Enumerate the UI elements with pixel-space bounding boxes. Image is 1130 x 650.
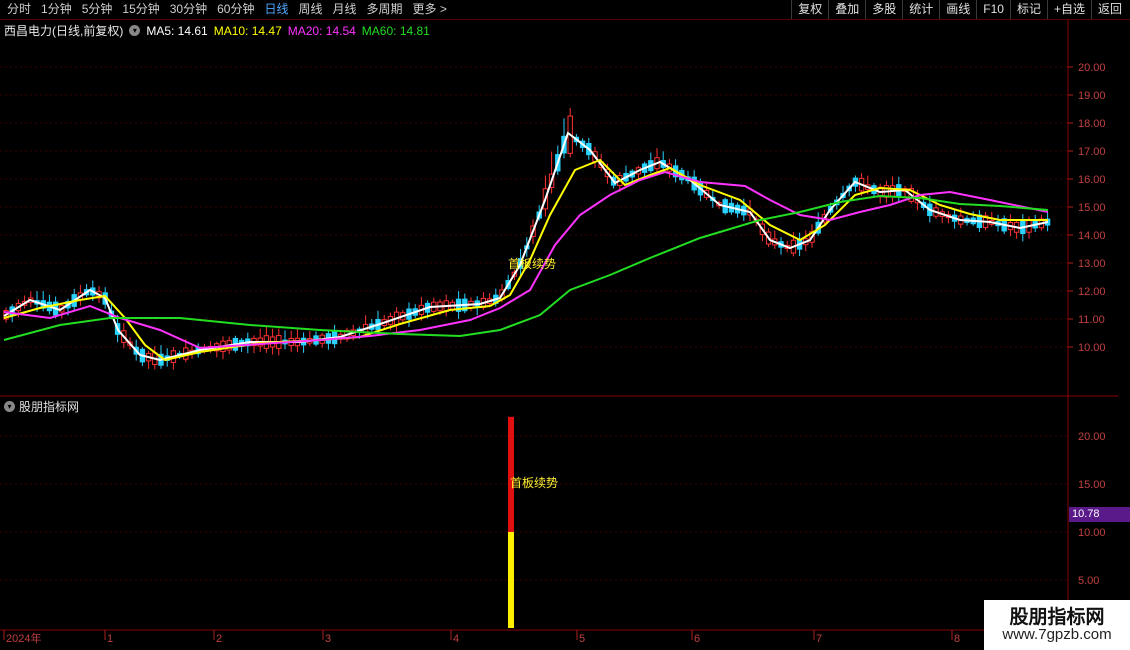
indicator-signal-label: 首板续势 [510, 476, 558, 490]
chevron-down-icon[interactable]: ▾ [4, 401, 15, 412]
price-tick-label: 19.00 [1078, 90, 1106, 102]
time-axis-label: 6 [694, 633, 700, 645]
price-tick-label: 14.00 [1078, 230, 1106, 242]
time-axis-label: 8 [954, 633, 960, 645]
price-tick-label: 20.00 [1078, 62, 1106, 74]
time-axis-label: 2024年 [6, 631, 41, 645]
signal-annotation: 首板续势 [508, 257, 556, 271]
price-tick-label: 10.00 [1078, 342, 1106, 354]
watermark-title: 股朋指标网 [1009, 607, 1105, 628]
price-tick-label: 11.00 [1078, 314, 1105, 326]
watermark-url: www.7gpzb.com [1002, 626, 1112, 643]
current-value-badge: 10.78 [1069, 507, 1130, 522]
time-axis-label: 2 [216, 633, 222, 645]
time-axis-label: 3 [325, 633, 331, 645]
indicator-name[interactable]: 股朋指标网 [19, 398, 79, 415]
indicator-tick-label: 15.00 [1078, 479, 1106, 491]
price-tick-label: 17.00 [1078, 146, 1106, 158]
indicator-bar-yellow [508, 532, 514, 628]
time-axis-label: 7 [816, 633, 822, 645]
indicator-tick-label: 10.00 [1078, 527, 1106, 539]
price-tick-label: 15.00 [1078, 202, 1106, 214]
time-axis-label: 5 [579, 633, 585, 645]
price-tick-label: 18.00 [1078, 118, 1106, 130]
time-axis-label: 1 [107, 633, 113, 645]
price-tick-label: 16.00 [1078, 174, 1106, 186]
time-axis-label: 4 [453, 633, 459, 645]
indicator-bar-red [508, 416, 514, 532]
indicator-tick-label: 20.00 [1078, 431, 1106, 443]
price-tick-label: 13.00 [1078, 258, 1106, 270]
indicator-panel-title: ▾ 股朋指标网 [4, 398, 79, 415]
indicator-tick-label: 5.00 [1078, 575, 1099, 587]
kline-chart[interactable]: 20.0019.0018.0017.0016.0015.0014.0013.00… [0, 0, 1130, 650]
price-tick-label: 12.00 [1078, 286, 1106, 298]
watermark: 股朋指标网 www.7gpzb.com [984, 600, 1130, 650]
